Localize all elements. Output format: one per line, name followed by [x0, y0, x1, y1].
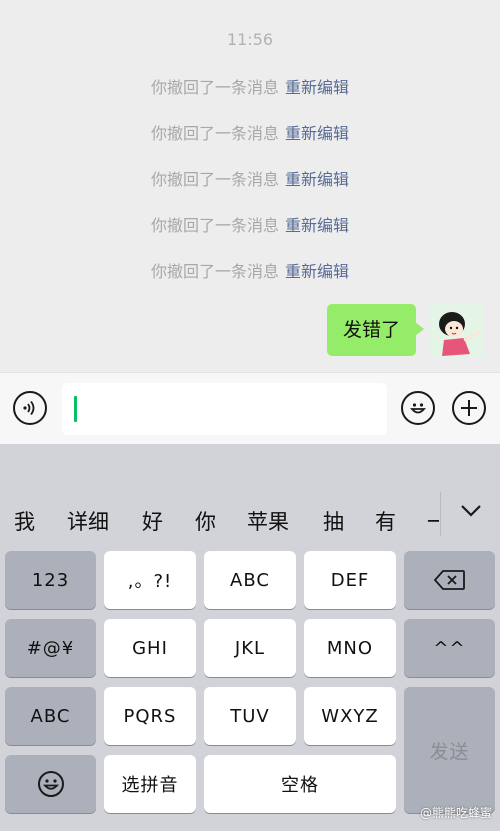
key-123[interactable]: 123: [5, 551, 96, 609]
key-symbols[interactable]: #@¥: [5, 619, 96, 677]
chat-area: 11:56 你撤回了一条消息 重新编辑 你撤回了一条消息 重新编辑 你撤回了一条消息…: [0, 0, 500, 372]
plus-icon: [461, 400, 477, 416]
key-tuv[interactable]: TUV: [204, 687, 296, 745]
recall-text: 你撤回了一条消息: [150, 78, 279, 97]
key-pqrs[interactable]: PQRS: [104, 687, 196, 745]
candidate-divider: [440, 492, 441, 536]
key-abc-switch[interactable]: ABC: [5, 687, 96, 745]
key-emoticon[interactable]: ^^: [404, 619, 495, 677]
recall-notice: 你撤回了一条消息 重新编辑: [0, 74, 500, 98]
voice-button[interactable]: [13, 391, 47, 425]
space-key[interactable]: 空格: [204, 755, 396, 813]
watermark: @熊熊吃蜂蜜: [419, 806, 492, 820]
re-edit-link[interactable]: 重新编辑: [285, 124, 349, 143]
candidate-word[interactable]: 一: [427, 506, 439, 536]
key-punctuation[interactable]: ,。?!: [104, 551, 196, 609]
recall-text: 你撤回了一条消息: [150, 170, 279, 189]
recall-text: 你撤回了一条消息: [150, 216, 279, 235]
backspace-key[interactable]: [404, 551, 495, 609]
key-def[interactable]: DEF: [304, 551, 396, 609]
emoji-key[interactable]: [5, 755, 96, 813]
recall-text: 你撤回了一条消息: [150, 262, 279, 281]
sent-message-bubble[interactable]: 发错了: [326, 304, 425, 356]
chevron-down-icon: [461, 505, 481, 517]
pinyin-keyboard: 我 详细 好 你 苹果 抽 有 一 123 ,。?! ABC DEF #@¥ G…: [0, 444, 500, 831]
recall-notice: 你撤回了一条消息 重新编辑: [0, 258, 500, 282]
avatar[interactable]: [430, 304, 484, 358]
key-ghi[interactable]: GHI: [104, 619, 196, 677]
recall-text: 你撤回了一条消息: [150, 124, 279, 143]
recall-notice: 你撤回了一条消息 重新编辑: [0, 120, 500, 144]
key-wxyz[interactable]: WXYZ: [304, 687, 396, 745]
send-key[interactable]: 发送: [404, 687, 495, 813]
sent-message-row: 发错了: [326, 304, 484, 358]
candidate-word[interactable]: 抽: [323, 506, 344, 536]
candidate-word[interactable]: 你: [195, 506, 216, 536]
key-jkl[interactable]: JKL: [204, 619, 296, 677]
candidate-word[interactable]: 有: [375, 506, 396, 536]
re-edit-link[interactable]: 重新编辑: [285, 262, 349, 281]
emoji-button[interactable]: [401, 391, 435, 425]
avatar-cartoon-girl-icon: [430, 304, 484, 358]
text-caret: [74, 396, 77, 422]
expand-candidates-button[interactable]: [458, 500, 484, 522]
recall-notice: 你撤回了一条消息 重新编辑: [0, 166, 500, 190]
candidate-word[interactable]: 详细: [67, 506, 109, 536]
re-edit-link[interactable]: 重新编辑: [285, 78, 349, 97]
candidate-word[interactable]: 我: [14, 506, 35, 536]
key-abc[interactable]: ABC: [204, 551, 296, 609]
recall-notice: 你撤回了一条消息 重新编辑: [0, 212, 500, 236]
more-functions-button[interactable]: [452, 391, 486, 425]
backspace-icon: [433, 570, 465, 590]
re-edit-link[interactable]: 重新编辑: [285, 170, 349, 189]
candidate-word[interactable]: 苹果: [247, 506, 289, 536]
message-input[interactable]: [62, 383, 387, 435]
key-mno[interactable]: MNO: [304, 619, 396, 677]
key-select-pinyin[interactable]: 选拼音: [104, 755, 196, 813]
re-edit-link[interactable]: 重新编辑: [285, 216, 349, 235]
candidate-bar: 我 详细 好 你 苹果 抽 有 一: [0, 486, 500, 536]
emoji-icon: [410, 403, 426, 414]
input-bar: [0, 372, 500, 444]
voice-icon: [23, 400, 35, 416]
message-timestamp: 11:56: [226, 30, 274, 49]
emoji-icon: [37, 771, 64, 797]
candidate-word[interactable]: 好: [142, 506, 163, 536]
